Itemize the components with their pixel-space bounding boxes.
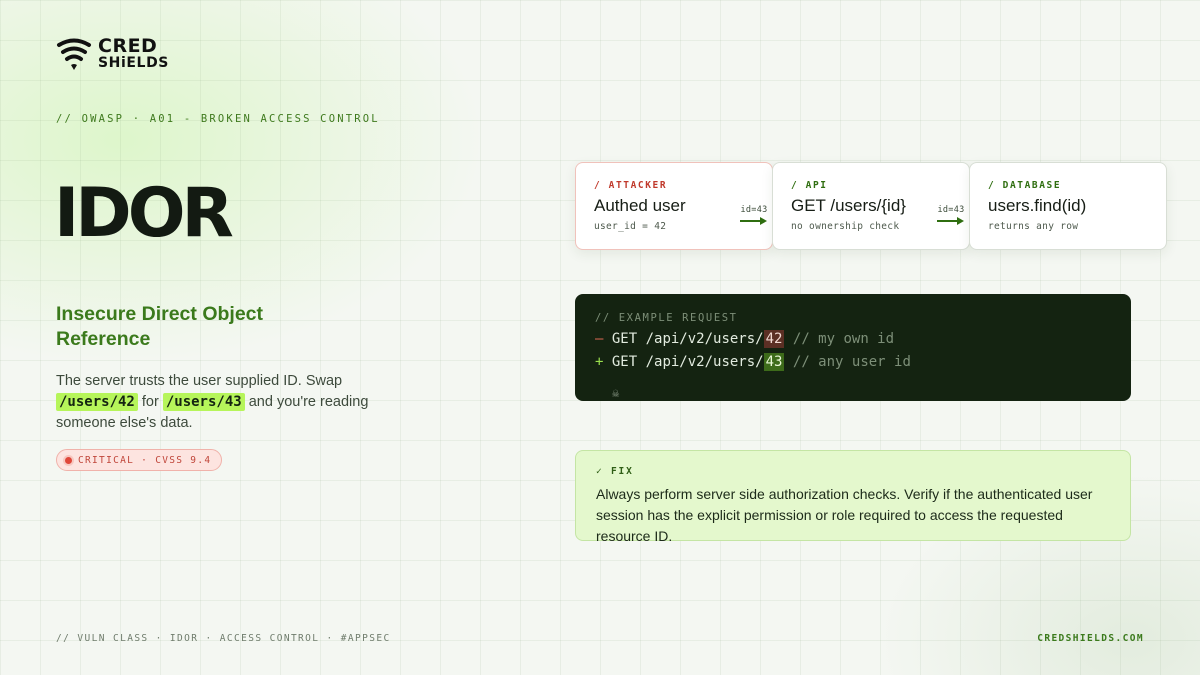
category-kicker: // OWASP · A01 - BROKEN ACCESS CONTROL <box>56 113 380 125</box>
database-label: / DATABASE <box>988 180 1062 191</box>
code-line-removed: — GET /api/v2/users/42 // my own id <box>595 330 1111 348</box>
brand-line-1: CRED <box>98 35 158 57</box>
code-comment-new: // any user id <box>792 354 911 370</box>
severity-text: CRITICAL · CVSS 9.4 <box>78 454 212 466</box>
diff-plus-sign: + <box>595 354 604 370</box>
code-request-new: GET /api/v2/users/ <box>611 354 764 370</box>
api-name: GET /users/{id} <box>791 196 906 215</box>
code-request-old: GET /api/v2/users/ <box>611 331 764 347</box>
database-name: users.find(id) <box>988 196 1087 215</box>
attacker-name: Authed user <box>594 196 686 215</box>
severity-badge: CRITICAL · CVSS 9.4 <box>56 449 223 471</box>
flow-arrow-2: id=43 <box>936 205 966 226</box>
flow-arrow-2-label: id=43 <box>937 205 965 215</box>
description: The server trusts the user supplied ID. … <box>56 371 386 434</box>
code-highlight-new: /users/43 <box>162 393 245 411</box>
code-id-old: 42 <box>763 330 785 348</box>
code-id-new: 43 <box>763 353 785 371</box>
footer-website: CREDSHIELDS.COM <box>1037 633 1144 644</box>
code-comment-old: // my own id <box>792 331 895 347</box>
attacker-label: / ATTACKER <box>594 180 668 191</box>
flow-arrow-1-label: id=43 <box>740 205 768 215</box>
flow-arrow-1: id=43 <box>739 205 769 226</box>
description-text-1: The server trusts the user supplied ID. … <box>56 373 343 389</box>
fix-text: Always perform server side authorization… <box>596 486 1093 544</box>
code-line-added: + GET /api/v2/users/43 // any user id <box>595 353 1111 371</box>
fix-label: ✓ FIX <box>596 466 634 477</box>
skull-icon: ☠ <box>612 386 620 400</box>
api-label: / API <box>791 180 828 191</box>
page-subtitle: Insecure Direct Object Reference <box>56 303 263 350</box>
code-example-header: // EXAMPLE REQUEST <box>595 312 738 324</box>
arrow-right-icon <box>740 217 767 225</box>
brand-logo: CRED SHiELDS <box>56 37 169 73</box>
shield-wifi-icon <box>57 38 91 70</box>
api-note: no ownership check <box>791 221 900 232</box>
brand-line-2: SHiELDS <box>98 55 169 71</box>
attacker-note: user_id = 42 <box>594 221 667 232</box>
arrow-right-icon <box>937 217 964 225</box>
code-highlight-old: /users/42 <box>56 393 138 411</box>
description-text-2: for <box>137 394 163 410</box>
fix-box: ✓ FIX Always perform server side authori… <box>575 450 1131 544</box>
severity-dot-icon <box>65 456 72 464</box>
database-note: returns any row <box>988 221 1079 232</box>
diff-minus-sign: — <box>595 331 604 347</box>
flow-card-database: / DATABASE users.find(id) returns any ro… <box>969 162 1167 250</box>
page-title: IDOR <box>54 174 234 253</box>
brand-wordmark: CRED SHiELDS <box>98 35 169 72</box>
footer-tags: // VULN CLASS · IDOR · ACCESS CONTROL · … <box>56 633 391 644</box>
code-example-block: // EXAMPLE REQUEST — GET /api/v2/users/4… <box>575 294 1131 401</box>
